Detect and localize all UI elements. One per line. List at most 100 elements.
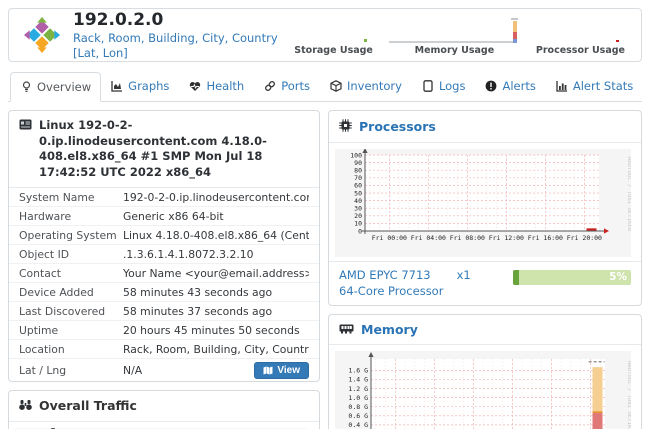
tab-label: Health bbox=[206, 79, 244, 93]
device-location-link[interactable]: Rack, Room, Building, City, Country [Lat… bbox=[73, 31, 294, 60]
overall-traffic-panel: Overall Traffic Fri 00:00Fri 04:00Fri 08… bbox=[8, 390, 320, 429]
svg-text:80: 80 bbox=[354, 167, 362, 175]
tab-inventory[interactable]: Inventory bbox=[320, 71, 412, 101]
svg-text:30: 30 bbox=[354, 205, 362, 213]
memory-graph[interactable]: Fri 00:00Fri 04:00Fri 08:00Fri 12:00Fri … bbox=[329, 345, 641, 429]
overall-traffic-title: Overall Traffic bbox=[39, 398, 137, 413]
overall-traffic-graph[interactable]: Fri 00:00Fri 04:00Fri 08:00Fri 12:00Fri … bbox=[9, 422, 319, 429]
ram-icon bbox=[339, 323, 354, 337]
cube-icon bbox=[330, 80, 342, 92]
cpu-name-link[interactable]: AMD EPYC 7713 bbox=[339, 268, 431, 284]
processors-panel: Processors Fri 00:00 Fri 04:00 Fri 08:00 Fr… bbox=[328, 110, 642, 306]
cpu-usage-fill bbox=[513, 270, 519, 285]
cpu-legend-row: AMD EPYC 7713 x1 64-Core Processor 5% bbox=[329, 261, 641, 305]
tab-logs[interactable]: Logs bbox=[412, 71, 476, 101]
usage-minigraphs: Storage Usage Memory Usage Processor Usa… bbox=[294, 15, 627, 56]
tab-label: Ports bbox=[281, 79, 310, 93]
memory-title: Memory bbox=[361, 322, 418, 337]
table-row: LocationRack, Room, Building, City, Coun… bbox=[9, 340, 319, 359]
memory-usage-label: Memory Usage bbox=[415, 45, 495, 56]
tab-label: Graphs bbox=[128, 79, 169, 93]
lightbulb-icon bbox=[20, 81, 32, 93]
svg-text:Fri 08:00: Fri 08:00 bbox=[450, 234, 485, 242]
table-row-latlng: Lat / Lng N/A View bbox=[9, 359, 319, 381]
memory-usage-mini[interactable]: Memory Usage bbox=[387, 15, 522, 56]
tab-label: Inventory bbox=[347, 79, 402, 93]
svg-text:RRDTOOL / TOBI OETIKER: RRDTOOL / TOBI OETIKER bbox=[626, 361, 631, 429]
svg-text:0.6 G: 0.6 G bbox=[348, 412, 368, 420]
system-info-table: System Name192-0-2-0.ip.linodeuserconten… bbox=[9, 188, 319, 381]
centos-logo-icon bbox=[23, 16, 61, 54]
svg-text:Fri 00:00: Fri 00:00 bbox=[372, 234, 407, 242]
svg-text:100: 100 bbox=[350, 151, 362, 159]
page: 192.0.2.0 Rack, Room, Building, City, Co… bbox=[0, 0, 650, 429]
tab-latency[interactable]: Latency bbox=[643, 71, 650, 101]
svg-text:Fri 04:00: Fri 04:00 bbox=[411, 234, 446, 242]
processor-usage-sparkline bbox=[538, 15, 622, 45]
device-tabbar: Overview Graphs Health Ports Inventory bbox=[8, 71, 642, 102]
cpu-count: x1 bbox=[457, 268, 471, 284]
device-title: 192.0.2.0 bbox=[73, 10, 294, 31]
heart-icon bbox=[189, 80, 201, 92]
table-row: Object ID.1.3.6.1.4.1.8072.3.2.10 bbox=[9, 245, 319, 264]
processor-usage-mini[interactable]: Processor Usage bbox=[536, 15, 625, 56]
storage-usage-label: Storage Usage bbox=[294, 45, 373, 56]
cpu-desc-link[interactable]: 64-Core Processor bbox=[339, 284, 443, 298]
right-column: Processors Fri 00:00Fri 04:00Fri 08:00Fr… bbox=[328, 110, 642, 429]
memory-usage-sparkline bbox=[387, 15, 522, 45]
cpu-icon bbox=[339, 119, 352, 135]
processors-graph[interactable]: Fri 00:00Fri 04:00Fri 08:00Fri 12:00Fri … bbox=[329, 143, 641, 261]
svg-text:60: 60 bbox=[354, 182, 362, 190]
tab-label: Overview bbox=[37, 80, 91, 94]
table-row: HardwareGeneric x86 64-bit bbox=[9, 207, 319, 226]
system-info-title: Linux 192-0-2-0.ip.linodeusercontent.com… bbox=[39, 118, 309, 180]
table-row: Device Added58 minutes 43 seconds ago bbox=[9, 283, 319, 302]
journal-icon bbox=[422, 80, 434, 92]
svg-text:0: 0 bbox=[358, 227, 362, 235]
tab-health[interactable]: Health bbox=[179, 71, 254, 101]
storage-usage-sparkline bbox=[298, 15, 370, 45]
svg-text:20: 20 bbox=[354, 212, 362, 220]
map-icon bbox=[263, 366, 273, 375]
tab-ports[interactable]: Ports bbox=[254, 71, 320, 101]
table-row: Last Discovered58 minutes 37 seconds ago bbox=[9, 302, 319, 321]
table-row: Uptime20 hours 45 minutes 50 seconds bbox=[9, 321, 319, 340]
svg-text:90: 90 bbox=[354, 159, 362, 167]
svg-text:1.6 G: 1.6 G bbox=[348, 367, 368, 375]
table-row: Operating SystemLinux 4.18.0-408.el8.x86… bbox=[9, 226, 319, 245]
area-chart-icon bbox=[111, 80, 123, 92]
left-column: Linux 192-0-2-0.ip.linodeusercontent.com… bbox=[8, 110, 320, 429]
cpu-usage-bar: 5% bbox=[513, 270, 631, 285]
svg-text:Fri 20:00: Fri 20:00 bbox=[567, 234, 602, 242]
tab-alerts[interactable]: Alerts bbox=[475, 71, 545, 101]
svg-text:50: 50 bbox=[354, 189, 362, 197]
svg-text:RRDTOOL / TOBI OETIKER: RRDTOOL / TOBI OETIKER bbox=[626, 157, 631, 232]
processors-header: Processors bbox=[329, 111, 641, 143]
memory-header: Memory bbox=[329, 315, 641, 345]
svg-text:1.4 G: 1.4 G bbox=[348, 376, 368, 384]
tab-label: Alert Stats bbox=[573, 79, 633, 93]
table-row: ContactYour Name <your@email.address> bbox=[9, 264, 319, 283]
system-info-panel: Linux 192-0-2-0.ip.linodeusercontent.com… bbox=[8, 110, 320, 382]
svg-text:0.4 G: 0.4 G bbox=[348, 421, 368, 429]
tab-label: Alerts bbox=[502, 79, 535, 93]
tab-label: Logs bbox=[439, 79, 466, 93]
tab-graphs[interactable]: Graphs bbox=[101, 71, 179, 101]
table-row: System Name192-0-2-0.ip.linodeuserconten… bbox=[9, 188, 319, 207]
storage-usage-mini[interactable]: Storage Usage bbox=[294, 15, 373, 56]
processors-title: Processors bbox=[359, 119, 436, 134]
svg-text:0.8 G: 0.8 G bbox=[348, 403, 368, 411]
svg-text:40: 40 bbox=[354, 197, 362, 205]
content: Linux 192-0-2-0.ip.linodeusercontent.com… bbox=[8, 102, 642, 429]
bar-chart-icon bbox=[556, 80, 568, 92]
tab-alert-stats[interactable]: Alert Stats bbox=[546, 71, 643, 101]
tab-overview[interactable]: Overview bbox=[10, 72, 101, 102]
memory-panel: Memory Fri 00:00Fri 04:00Fri 08:00Fri 12… bbox=[328, 314, 642, 429]
svg-text:1.2 G: 1.2 G bbox=[348, 385, 368, 393]
binoculars-icon bbox=[19, 399, 32, 414]
view-map-button[interactable]: View bbox=[254, 362, 309, 379]
cpu-usage-percent: 5% bbox=[609, 270, 627, 285]
id-card-icon bbox=[19, 119, 32, 133]
svg-text:70: 70 bbox=[354, 174, 362, 182]
svg-text:1.0 G: 1.0 G bbox=[348, 394, 368, 402]
